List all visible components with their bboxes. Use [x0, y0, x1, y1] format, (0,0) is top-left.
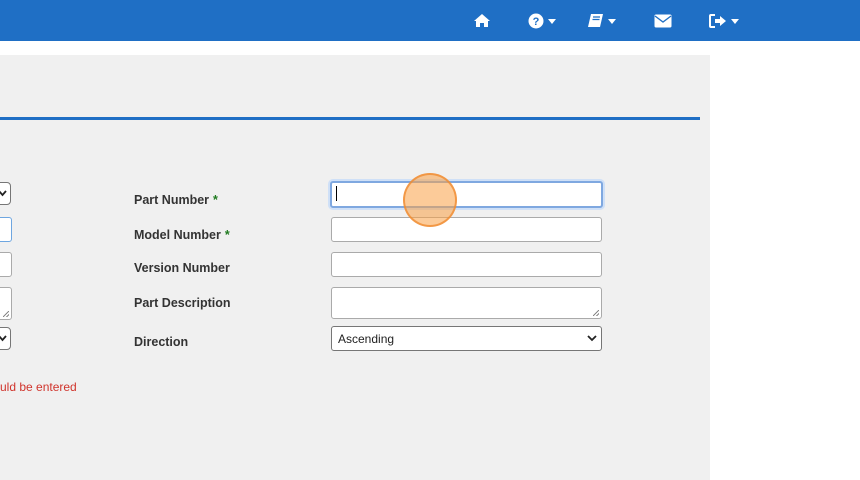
left-select-partial[interactable]: [0, 182, 11, 205]
top-navbar: ?: [0, 0, 860, 41]
part-description-label: Part Description: [134, 296, 231, 310]
direction-label: Direction: [134, 335, 189, 349]
part-number-label-text: Part Number: [134, 193, 210, 207]
model-number-input[interactable]: [331, 217, 602, 242]
resize-grip-icon[interactable]: [593, 310, 599, 316]
direction-select[interactable]: Ascending: [331, 326, 602, 351]
nav-docs[interactable]: [587, 0, 616, 41]
svg-text:?: ?: [533, 16, 540, 28]
header-divider: [0, 117, 700, 120]
validation-error: uld be entered: [0, 380, 77, 394]
text-cursor: [336, 186, 337, 201]
direction-selected-value: Ascending: [338, 331, 395, 346]
chevron-down-icon: [548, 19, 556, 24]
left-select-partial-2[interactable]: [0, 327, 11, 350]
part-description-textarea[interactable]: [331, 287, 602, 319]
book-icon: [588, 14, 603, 27]
model-number-label: Model Number *: [134, 228, 230, 242]
part-number-label: Part Number *: [134, 193, 218, 207]
chevron-down-icon: [731, 19, 739, 24]
chevron-down-icon: [608, 19, 616, 24]
left-input-partial[interactable]: [0, 217, 12, 242]
model-number-label-text: Model Number: [134, 228, 221, 242]
home-icon: [474, 14, 490, 27]
nav-home[interactable]: [473, 0, 491, 41]
left-input-partial-2[interactable]: [0, 252, 12, 277]
nav-logout[interactable]: [709, 0, 739, 41]
resize-grip-icon[interactable]: [3, 311, 9, 317]
part-number-input[interactable]: [330, 181, 603, 208]
chevron-down-icon: [0, 335, 7, 342]
version-number-label: Version Number: [134, 261, 230, 275]
required-marker: *: [224, 228, 230, 242]
click-indicator: [403, 173, 457, 227]
version-number-input[interactable]: [331, 252, 602, 277]
nav-mail[interactable]: [654, 0, 672, 41]
chevron-down-icon: [587, 335, 597, 342]
nav-help[interactable]: ?: [528, 0, 556, 41]
envelope-icon: [654, 14, 672, 27]
sign-out-icon: [709, 13, 726, 28]
left-textarea-partial[interactable]: [0, 287, 12, 320]
question-circle-icon: ?: [528, 13, 544, 28]
required-marker: *: [213, 193, 218, 207]
chevron-down-icon: [0, 190, 7, 197]
